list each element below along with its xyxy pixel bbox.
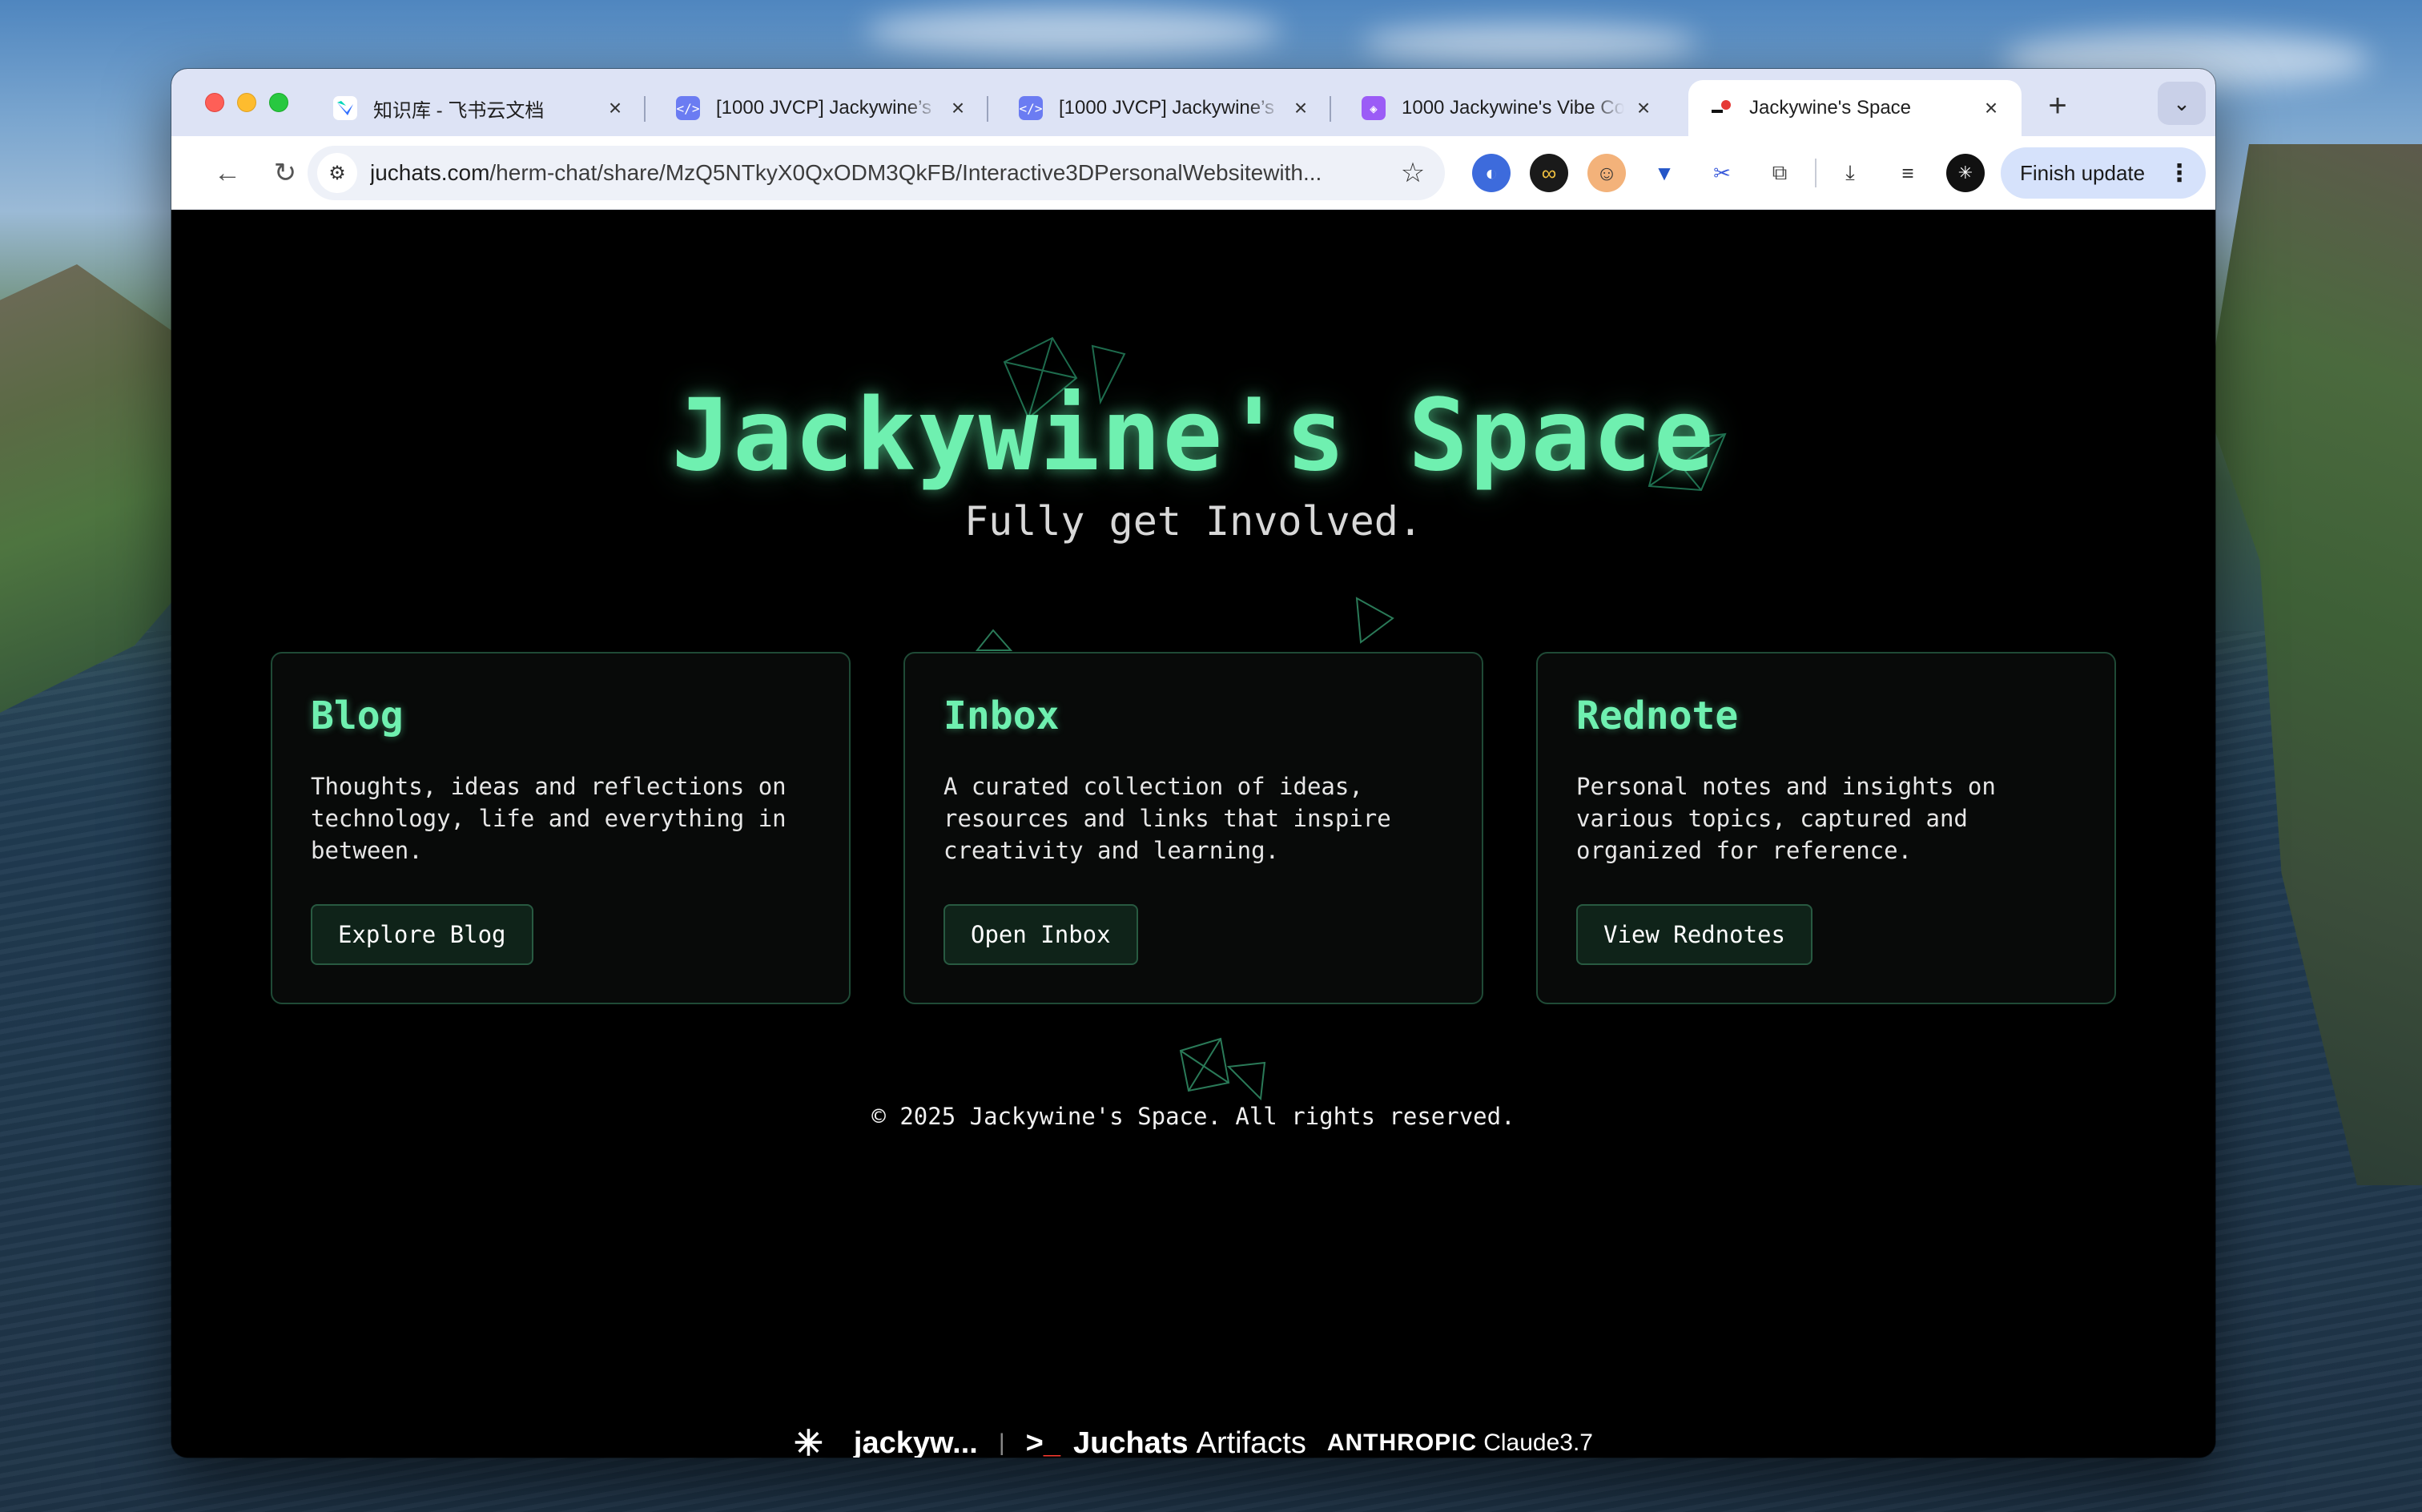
profile-avatar[interactable]: ✳ — [1946, 154, 1985, 192]
close-icon[interactable]: × — [604, 95, 626, 121]
terminal-prompt-icon: >_ — [1025, 1426, 1060, 1458]
cloud — [865, 8, 1281, 56]
tab-jackywine-space[interactable]: Jackywine's Space × — [1688, 80, 2022, 136]
tab-separator — [1330, 96, 1331, 122]
badge-user: jackyw... — [853, 1426, 978, 1458]
browser-toolbar: ← ↻ ⚙ juchats.com/herm-chat/share/MzQ5NT… — [171, 136, 2215, 210]
tab-title: 1000 Jackywine's Vibe Co — [1402, 97, 1624, 119]
open-inbox-button[interactable]: Open Inbox — [943, 904, 1138, 965]
badge-model: Claude3.7 — [1483, 1430, 1593, 1456]
url-text[interactable]: juchats.com/herm-chat/share/MzQ5NTkyX0Qx… — [370, 160, 1390, 186]
address-bar[interactable]: ⚙ juchats.com/herm-chat/share/MzQ5NTkyX0… — [308, 146, 1445, 200]
toolbar-separator — [1815, 159, 1816, 187]
close-icon[interactable]: × — [947, 95, 969, 121]
extension-globe-icon[interactable]: ◐ — [1472, 154, 1511, 192]
card-rednote: Rednote Personal notes and insights on v… — [1536, 652, 2116, 1004]
finish-update-label: Finish update — [2020, 160, 2146, 185]
tab-title: [1000 JVCP] Jackywine’s — [1059, 97, 1275, 119]
close-icon[interactable]: × — [1289, 95, 1312, 121]
copyright-text: © 2025 Jackywine's Space. All rights res… — [871, 1103, 1515, 1130]
card-description: Personal notes and insights on various t… — [1576, 773, 1996, 864]
back-button[interactable]: ← — [207, 152, 248, 194]
card-heading: Rednote — [1576, 694, 1739, 738]
badge-artifacts: Artifacts — [1196, 1426, 1306, 1458]
tab-search-button[interactable]: ⌄ — [2158, 82, 2206, 125]
finish-update-button[interactable]: Finish update ⋮ — [2001, 147, 2206, 199]
url-host: juchats.com — [370, 160, 490, 185]
bookmark-star-icon[interactable]: ☆ — [1390, 157, 1435, 189]
card-blog: Blog Thoughts, ideas and reflections on … — [271, 652, 851, 1004]
tab-title: Jackywine's Space — [1749, 97, 1912, 119]
tab-strip: 知识库 - 飞书云文档 × </> [1000 JVCP] Jackywine’… — [171, 69, 2215, 136]
more-menu-icon[interactable]: ⋮ — [2167, 159, 2191, 187]
browser-window: 知识库 - 飞书云文档 × </> [1000 JVCP] Jackywine’… — [171, 69, 2215, 1458]
close-window-button[interactable] — [205, 93, 224, 112]
page-subtitle: Fully get Involved. — [964, 498, 1422, 545]
tab-jvcp-2[interactable]: </> [1000 JVCP] Jackywine’s × — [998, 80, 1331, 136]
extension-v-icon[interactable]: ▼ — [1645, 154, 1684, 192]
wireframe-shape — [975, 629, 1013, 651]
close-icon[interactable]: × — [1980, 95, 2002, 121]
minimize-window-button[interactable] — [237, 93, 256, 112]
juchats-footer-badge[interactable]: ✳ jackyw... | >_ Juchats Artifacts ANTHR… — [171, 1419, 2215, 1458]
wireframe-shape — [1355, 597, 1394, 644]
tab-title: 知识库 - 飞书云文档 — [373, 99, 545, 122]
card-inbox: Inbox A curated collection of ideas, res… — [903, 652, 1483, 1004]
zoom-window-button[interactable] — [269, 93, 288, 112]
claude-asterisk-icon: ✳ — [794, 1423, 823, 1458]
view-rednotes-button[interactable]: View Rednotes — [1576, 904, 1812, 965]
tab-feishu[interactable]: 知识库 - 飞书云文档 × — [312, 80, 646, 136]
juchats-icon — [1709, 96, 1733, 120]
card-heading: Inbox — [943, 694, 1060, 738]
tab-separator — [987, 96, 988, 122]
tab-title: [1000 JVCP] Jackywine’s — [716, 97, 932, 119]
close-icon[interactable]: × — [1632, 95, 1655, 121]
extension-avatar-icon[interactable]: ☺ — [1587, 154, 1626, 192]
extension-infinity-icon[interactable]: ∞ — [1530, 154, 1568, 192]
download-icon[interactable]: ⤓ — [1831, 154, 1869, 192]
extension-scissors-icon[interactable]: ✂ — [1703, 154, 1741, 192]
url-path: /herm-chat/share/MzQ5NTkyX0QxODM3QkFB/In… — [489, 160, 1322, 185]
feishu-icon — [333, 96, 357, 120]
extensions-puzzle-icon[interactable]: ⧉ — [1760, 154, 1799, 192]
card-description: Thoughts, ideas and reflections on techn… — [311, 773, 787, 864]
card-description: A curated collection of ideas, resources… — [943, 773, 1391, 864]
card-heading: Blog — [311, 694, 404, 738]
window-controls — [205, 93, 288, 112]
new-tab-button[interactable]: + — [2038, 86, 2078, 127]
badge-separator: | — [998, 1430, 1005, 1456]
badge-brand: Juchats — [1072, 1426, 1189, 1458]
code-icon: </> — [1019, 96, 1043, 120]
page-title: Jackywine's Space — [671, 378, 1716, 493]
wireframe-shape — [1179, 1037, 1266, 1101]
app-icon: ◈ — [1362, 96, 1386, 120]
cloud — [1362, 24, 1698, 64]
badge-provider: ANTHROPIC — [1326, 1430, 1478, 1456]
explore-blog-button[interactable]: Explore Blog — [311, 904, 533, 965]
reading-list-icon[interactable]: ≡ — [1889, 154, 1927, 192]
tab-jvcp-1[interactable]: </> [1000 JVCP] Jackywine’s × — [655, 80, 988, 136]
code-icon: </> — [676, 96, 700, 120]
reload-button[interactable]: ↻ — [264, 152, 306, 194]
tab-separator — [644, 96, 646, 122]
tab-vibe[interactable]: ◈ 1000 Jackywine's Vibe Co × — [1341, 80, 1674, 136]
page-viewport: Jackywine's Space Fully get Involved. Bl… — [171, 210, 2215, 1458]
site-settings-icon[interactable]: ⚙ — [317, 153, 357, 193]
